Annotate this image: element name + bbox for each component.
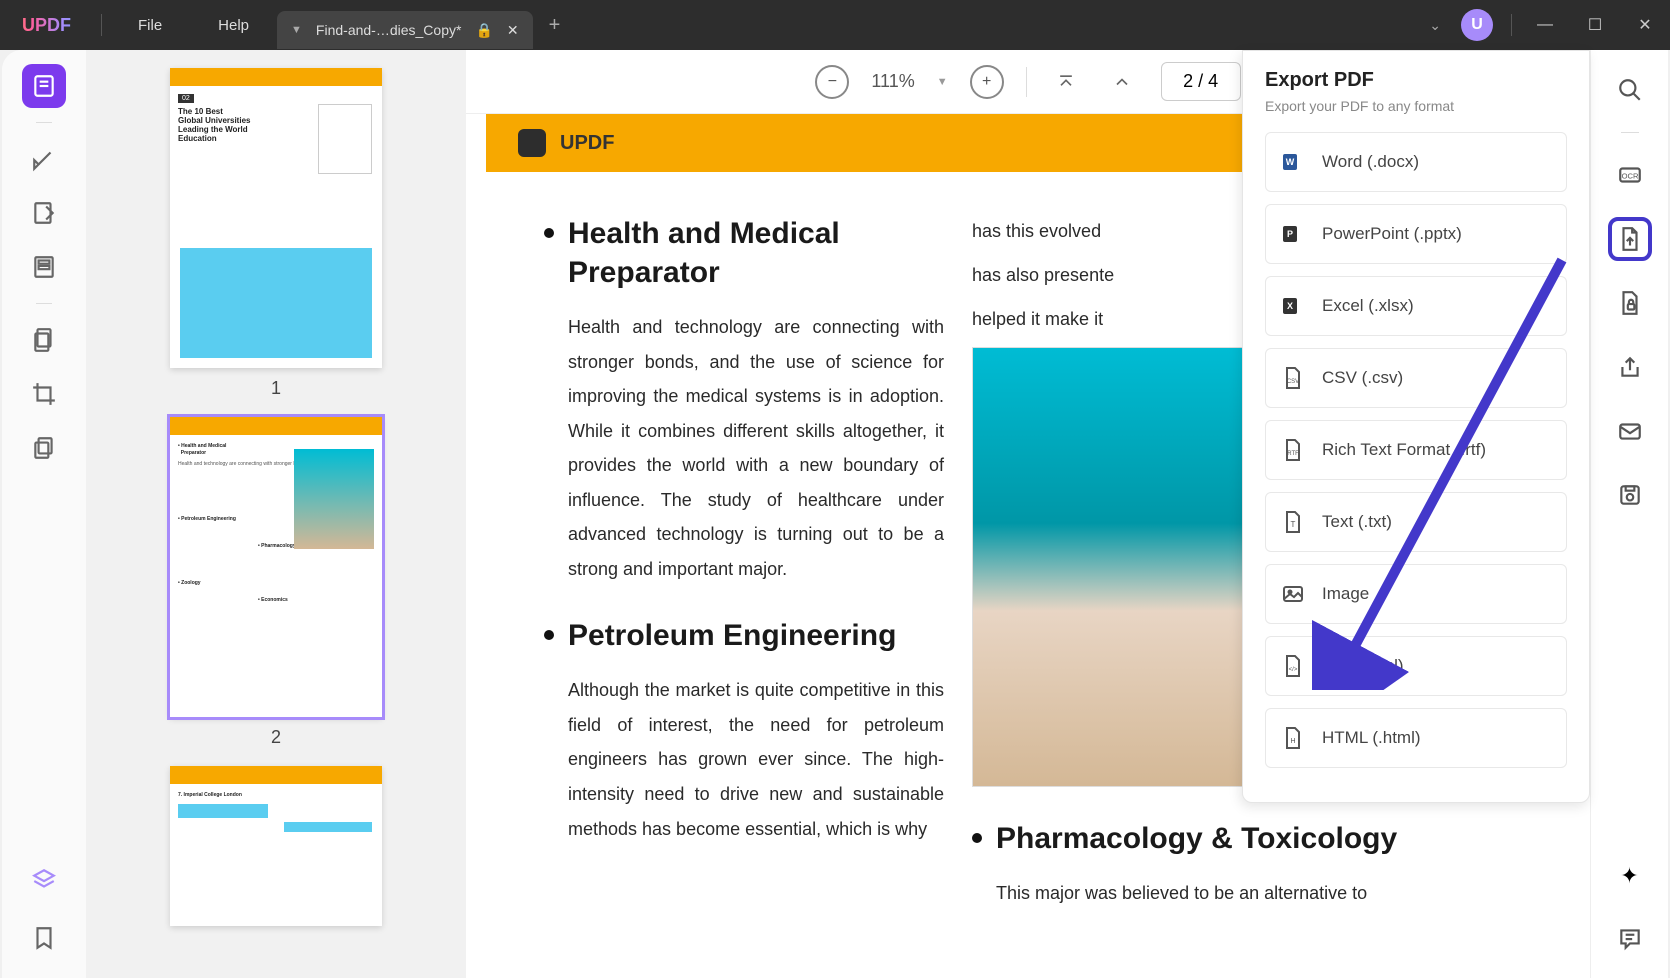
brand-icon <box>518 129 546 157</box>
csv-icon: CSV <box>1280 365 1306 391</box>
svg-text:X: X <box>1287 301 1293 311</box>
pages-tool[interactable] <box>22 245 66 289</box>
prev-page-button[interactable] <box>1105 65 1139 99</box>
search-button[interactable] <box>1608 68 1652 112</box>
export-button[interactable] <box>1608 217 1652 261</box>
export-label: Excel (.xlsx) <box>1322 296 1414 316</box>
chat-button[interactable] <box>1608 916 1652 960</box>
export-label: Rich Text Format (.rtf) <box>1322 440 1486 460</box>
section-body: Health and technology are connecting wit… <box>568 310 944 586</box>
export-option-xls[interactable]: X Excel (.xlsx) <box>1265 276 1567 336</box>
tab-title: Find-and-…dies_Copy* <box>316 22 462 38</box>
thumbnail-panel: 02 The 10 BestGlobal UniversitiesLeading… <box>86 50 466 978</box>
svg-text:H: H <box>1290 738 1295 745</box>
export-label: Image <box>1322 584 1369 604</box>
bookmark-button[interactable] <box>22 916 66 960</box>
export-option-xml[interactable]: </> XML (.xml) <box>1265 636 1567 696</box>
export-label: XML (.xml) <box>1322 656 1404 676</box>
section-title: Pharmacology & Toxicology <box>996 819 1397 858</box>
document-tab[interactable]: ▼ Find-and-…dies_Copy* 🔒 ✕ <box>277 11 533 49</box>
svg-text:P: P <box>1287 229 1293 239</box>
save-button[interactable] <box>1608 473 1652 517</box>
section-title: Petroleum Engineering <box>568 616 944 655</box>
section-title: Health and Medical Preparator <box>568 214 944 292</box>
first-page-button[interactable] <box>1049 65 1083 99</box>
svg-text:OCR: OCR <box>1621 171 1638 180</box>
menu-help[interactable]: Help <box>190 17 277 34</box>
txt-icon: T <box>1280 509 1306 535</box>
xml-icon: </> <box>1280 653 1306 679</box>
img-icon <box>1280 581 1306 607</box>
zoom-out-button[interactable]: − <box>815 65 849 99</box>
export-option-csv[interactable]: CSV CSV (.csv) <box>1265 348 1567 408</box>
page-input[interactable]: 2 / 4 <box>1161 62 1241 101</box>
left-rail <box>2 50 86 978</box>
share-button[interactable] <box>1608 345 1652 389</box>
layers-button[interactable] <box>22 858 66 902</box>
thumb-label: 1 <box>124 378 428 399</box>
svg-text:RTF: RTF <box>1287 451 1299 457</box>
export-panel: Export PDF Export your PDF to any format… <box>1242 50 1590 803</box>
right-rail: OCR ✦ <box>1590 50 1668 978</box>
export-option-img[interactable]: Image <box>1265 564 1567 624</box>
menu-file[interactable]: File <box>110 17 190 34</box>
export-label: HTML (.html) <box>1322 728 1421 748</box>
maximize-button[interactable]: ☐ <box>1570 0 1620 50</box>
crop-tool[interactable] <box>22 372 66 416</box>
comment-tool[interactable] <box>22 137 66 181</box>
export-label: CSV (.csv) <box>1322 368 1403 388</box>
export-option-rtf[interactable]: RTF Rich Text Format (.rtf) <box>1265 420 1567 480</box>
protect-button[interactable] <box>1608 281 1652 325</box>
thumbnail-3[interactable]: 7. Imperial College London <box>124 766 428 926</box>
edit-tool[interactable] <box>22 191 66 235</box>
section-body: This major was believed to be an alterna… <box>996 876 1397 911</box>
word-icon: W <box>1280 149 1306 175</box>
thumb-label: 2 <box>124 727 428 748</box>
thumbnail-2[interactable]: • Health and Medical Preparator Health a… <box>124 417 428 748</box>
export-title: Export PDF <box>1265 69 1567 92</box>
close-tab-icon[interactable]: ✕ <box>507 22 519 39</box>
batch-tool[interactable] <box>22 426 66 470</box>
export-option-html[interactable]: H HTML (.html) <box>1265 708 1567 768</box>
ocr-button[interactable]: OCR <box>1608 153 1652 197</box>
export-subtitle: Export your PDF to any format <box>1265 98 1567 114</box>
svg-text:T: T <box>1291 520 1296 529</box>
svg-text:CSV: CSV <box>1287 379 1299 385</box>
form-tool[interactable] <box>22 318 66 362</box>
section-body: Although the market is quite competitive… <box>568 673 944 846</box>
export-label: Text (.txt) <box>1322 512 1392 532</box>
user-avatar[interactable]: U <box>1461 9 1493 41</box>
ppt-icon: P <box>1280 221 1306 247</box>
export-option-ppt[interactable]: P PowerPoint (.pptx) <box>1265 204 1567 264</box>
export-option-txt[interactable]: T Text (.txt) <box>1265 492 1567 552</box>
add-tab-button[interactable]: + <box>549 14 561 37</box>
lock-icon: 🔒 <box>475 22 492 39</box>
email-button[interactable] <box>1608 409 1652 453</box>
html-icon: H <box>1280 725 1306 751</box>
export-label: PowerPoint (.pptx) <box>1322 224 1462 244</box>
reader-tool[interactable] <box>22 64 66 108</box>
chevron-down-icon[interactable]: ⌄ <box>1429 17 1441 34</box>
ai-button[interactable]: ✦ <box>1608 854 1652 898</box>
zoom-level: 111% <box>871 71 914 92</box>
export-label: Word (.docx) <box>1322 152 1419 172</box>
svg-text:</>: </> <box>1289 667 1298 673</box>
minimize-button[interactable]: — <box>1520 0 1570 50</box>
xls-icon: X <box>1280 293 1306 319</box>
brand-text: UPDF <box>560 132 614 155</box>
export-option-word[interactable]: W Word (.docx) <box>1265 132 1567 192</box>
chevron-down-icon[interactable]: ▼ <box>937 76 948 88</box>
app-logo: UPDF <box>0 15 93 36</box>
svg-text:W: W <box>1286 157 1295 167</box>
chevron-down-icon[interactable]: ▼ <box>291 24 302 36</box>
titlebar: UPDF File Help ▼ Find-and-…dies_Copy* 🔒 … <box>0 0 1670 50</box>
divider <box>101 14 102 36</box>
divider <box>1511 14 1512 36</box>
close-button[interactable]: ✕ <box>1620 0 1670 50</box>
rtf-icon: RTF <box>1280 437 1306 463</box>
thumbnail-1[interactable]: 02 The 10 BestGlobal UniversitiesLeading… <box>124 68 428 399</box>
zoom-in-button[interactable]: + <box>970 65 1004 99</box>
